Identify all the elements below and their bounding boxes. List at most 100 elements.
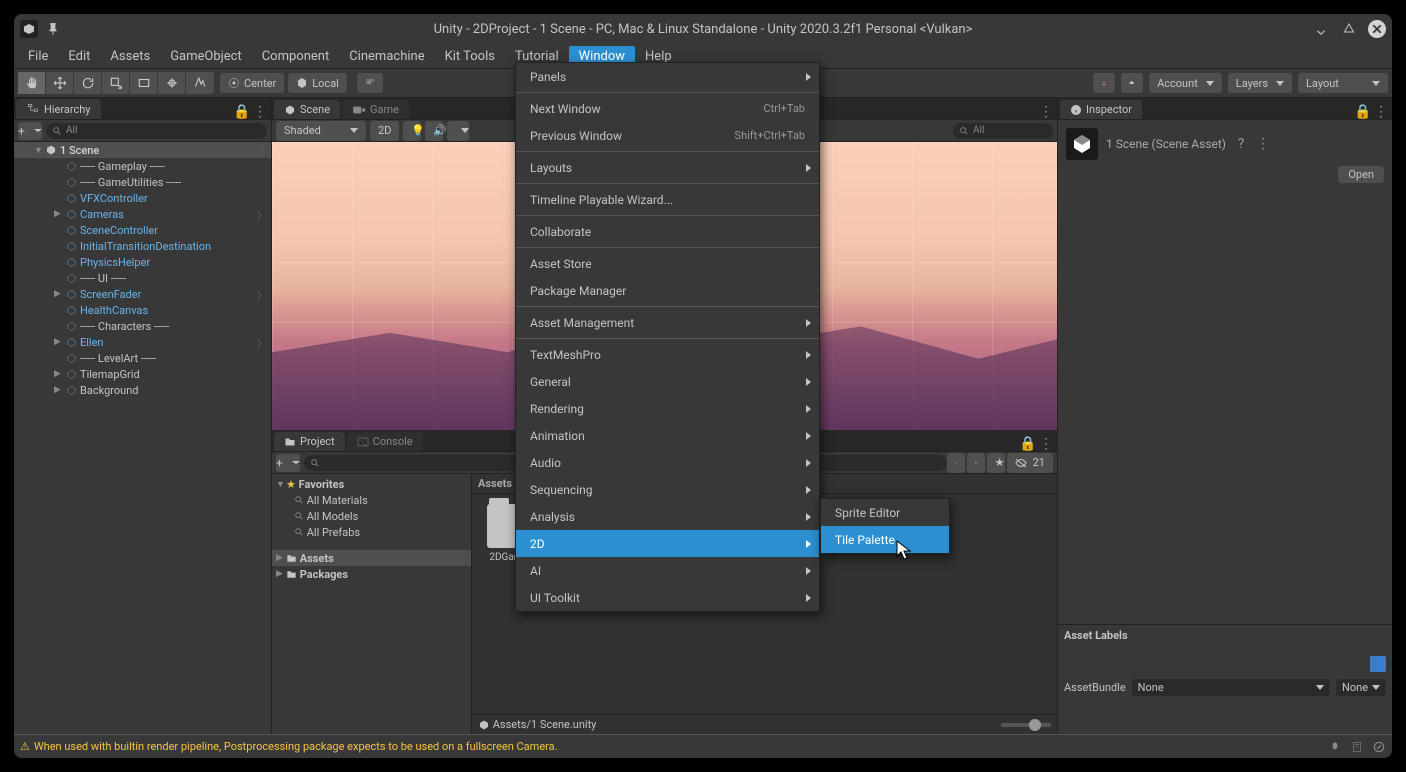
menu-item-collaborate[interactable]: Collaborate (516, 218, 819, 245)
assetbundle-variant-dropdown[interactable]: None (1336, 679, 1386, 696)
lock-icon[interactable]: 🔒 (235, 105, 249, 119)
pin-icon[interactable] (46, 22, 60, 36)
label-tag-icon[interactable] (1370, 656, 1386, 672)
favorite-icon[interactable]: ★ (987, 453, 1005, 473)
hierarchy-item[interactable]: ▶Cameras〉 (14, 206, 271, 222)
scene-menu-icon[interactable]: ⋮ (257, 145, 267, 156)
zoom-slider[interactable] (1001, 723, 1051, 727)
scene-row[interactable]: ▼ 1 Scene ⋮ (14, 142, 271, 158)
audio-icon[interactable]: 🔊 (425, 121, 443, 141)
fav-all-prefabs[interactable]: All Prefabs (272, 524, 471, 540)
minimize-button[interactable] (1312, 20, 1330, 38)
collab-icon[interactable] (1093, 73, 1115, 93)
hierarchy-item[interactable]: ▶ScreenFader〉 (14, 286, 271, 302)
shading-dropdown[interactable]: Shaded (276, 121, 366, 141)
menu-item-layouts[interactable]: Layouts (516, 154, 819, 181)
hierarchy-tab[interactable]: Hierarchy (16, 99, 101, 119)
hierarchy-item[interactable]: ----- Gameplay ----- (14, 158, 271, 174)
menu-item-analysis[interactable]: Analysis (516, 503, 819, 530)
pivot-center-toggle[interactable]: Center (220, 73, 284, 93)
rect-tool[interactable] (130, 72, 158, 94)
fx-dropdown[interactable] (447, 121, 469, 141)
open-button[interactable]: Open (1338, 166, 1384, 183)
add-button[interactable]: + (18, 122, 42, 140)
menu-item-timeline-playable-wizard-[interactable]: Timeline Playable Wizard... (516, 186, 819, 213)
menu-file[interactable]: File (18, 46, 58, 67)
menu-item-asset-store[interactable]: Asset Store (516, 250, 819, 277)
local-global-toggle[interactable]: Local (288, 73, 347, 93)
fav-all-models[interactable]: All Models (272, 508, 471, 524)
favorites-header[interactable]: ▼ ★ Favorites (272, 476, 471, 492)
panel-menu-icon[interactable]: ⋮ (1039, 437, 1053, 451)
debug-icon[interactable] (1328, 740, 1342, 754)
assetbundle-dropdown[interactable]: None (1132, 679, 1330, 696)
menu-item-rendering[interactable]: Rendering (516, 395, 819, 422)
maximize-button[interactable] (1340, 20, 1358, 38)
scene-search-input[interactable]: All (953, 123, 1053, 139)
menu-item-package-manager[interactable]: Package Manager (516, 277, 819, 304)
menu-item-general[interactable]: General (516, 368, 819, 395)
hidden-count[interactable]: 21 (1007, 453, 1053, 473)
menu-item-ui-toolkit[interactable]: UI Toolkit (516, 584, 819, 611)
hierarchy-item[interactable]: InitialTransitionDestination (14, 238, 271, 254)
panel-menu-icon[interactable]: ⋮ (1374, 105, 1388, 119)
layers-dropdown[interactable]: Layers (1228, 73, 1292, 93)
close-button[interactable] (1368, 20, 1386, 38)
account-dropdown[interactable]: Account (1149, 73, 1222, 93)
menu-item-textmeshpro[interactable]: TextMeshPro (516, 341, 819, 368)
menu-item-ai[interactable]: AI (516, 557, 819, 584)
rotate-tool[interactable] (74, 72, 102, 94)
hierarchy-item[interactable]: ▶TilemapGrid (14, 366, 271, 382)
filter-type-icon[interactable] (947, 453, 965, 473)
console-tab[interactable]: Console (347, 432, 423, 451)
assets-root[interactable]: ▶ Assets (272, 550, 471, 566)
lock-icon[interactable]: 🔒 (1356, 105, 1370, 119)
hierarchy-item[interactable]: ----- GameUtilities ----- (14, 174, 271, 190)
hierarchy-item[interactable]: ▶Ellen〉 (14, 334, 271, 350)
menu-item-audio[interactable]: Audio (516, 449, 819, 476)
hierarchy-item[interactable]: ----- Characters ----- (14, 318, 271, 334)
status-warning-text[interactable]: When used with builtin render pipeline, … (34, 740, 558, 753)
menu-assets[interactable]: Assets (100, 46, 160, 67)
help-icon[interactable]: ? (1234, 137, 1248, 151)
progress-icon[interactable] (1372, 740, 1386, 754)
menu-cinemachine[interactable]: Cinemachine (339, 46, 434, 67)
hierarchy-item[interactable]: HealthCanvas (14, 302, 271, 318)
transform-tool[interactable] (158, 72, 186, 94)
lock-icon[interactable]: 🔒 (1021, 437, 1035, 451)
menu-kittools[interactable]: Kit Tools (435, 46, 505, 67)
game-tab[interactable]: Game (342, 100, 409, 119)
fav-all-materials[interactable]: All Materials (272, 492, 471, 508)
menu-item-animation[interactable]: Animation (516, 422, 819, 449)
hierarchy-item[interactable]: ▶Background (14, 382, 271, 398)
menu-item-panels[interactable]: Panels (516, 63, 819, 90)
2d-toggle[interactable]: 2D (370, 121, 399, 141)
project-tab[interactable]: Project (274, 432, 345, 451)
custom-tool[interactable] (186, 72, 214, 94)
preset-menu-icon[interactable]: ⋮ (1256, 137, 1270, 151)
cloud-icon[interactable] (1121, 73, 1143, 93)
hierarchy-item[interactable]: VFXController (14, 190, 271, 206)
panel-menu-icon[interactable]: ⋮ (253, 105, 267, 119)
add-asset-button[interactable]: + (276, 454, 300, 472)
menu-gameobject[interactable]: GameObject (160, 46, 252, 67)
grid-snap-button[interactable] (357, 73, 383, 93)
menu-item-sequencing[interactable]: Sequencing (516, 476, 819, 503)
hand-tool[interactable] (18, 72, 46, 94)
scene-tab[interactable]: Scene (274, 100, 340, 119)
hierarchy-item[interactable]: PhysicsHelper (14, 254, 271, 270)
hierarchy-search-input[interactable]: All (46, 123, 267, 139)
autorefresh-icon[interactable] (1350, 740, 1364, 754)
menu-component[interactable]: Component (252, 46, 340, 67)
hierarchy-item[interactable]: ----- LevelArt ----- (14, 350, 271, 366)
menu-item-2d[interactable]: 2D (516, 530, 819, 557)
inspector-tab[interactable]: Inspector (1060, 100, 1142, 119)
hierarchy-item[interactable]: SceneController (14, 222, 271, 238)
move-tool[interactable] (46, 72, 74, 94)
scale-tool[interactable] (102, 72, 130, 94)
filter-label-icon[interactable] (967, 453, 985, 473)
panel-menu-icon[interactable]: ⋮ (1039, 105, 1053, 119)
menu-item-asset-management[interactable]: Asset Management (516, 309, 819, 336)
menu-item-previous-window[interactable]: Previous WindowShift+Ctrl+Tab (516, 122, 819, 149)
layout-dropdown[interactable]: Layout (1298, 73, 1388, 93)
